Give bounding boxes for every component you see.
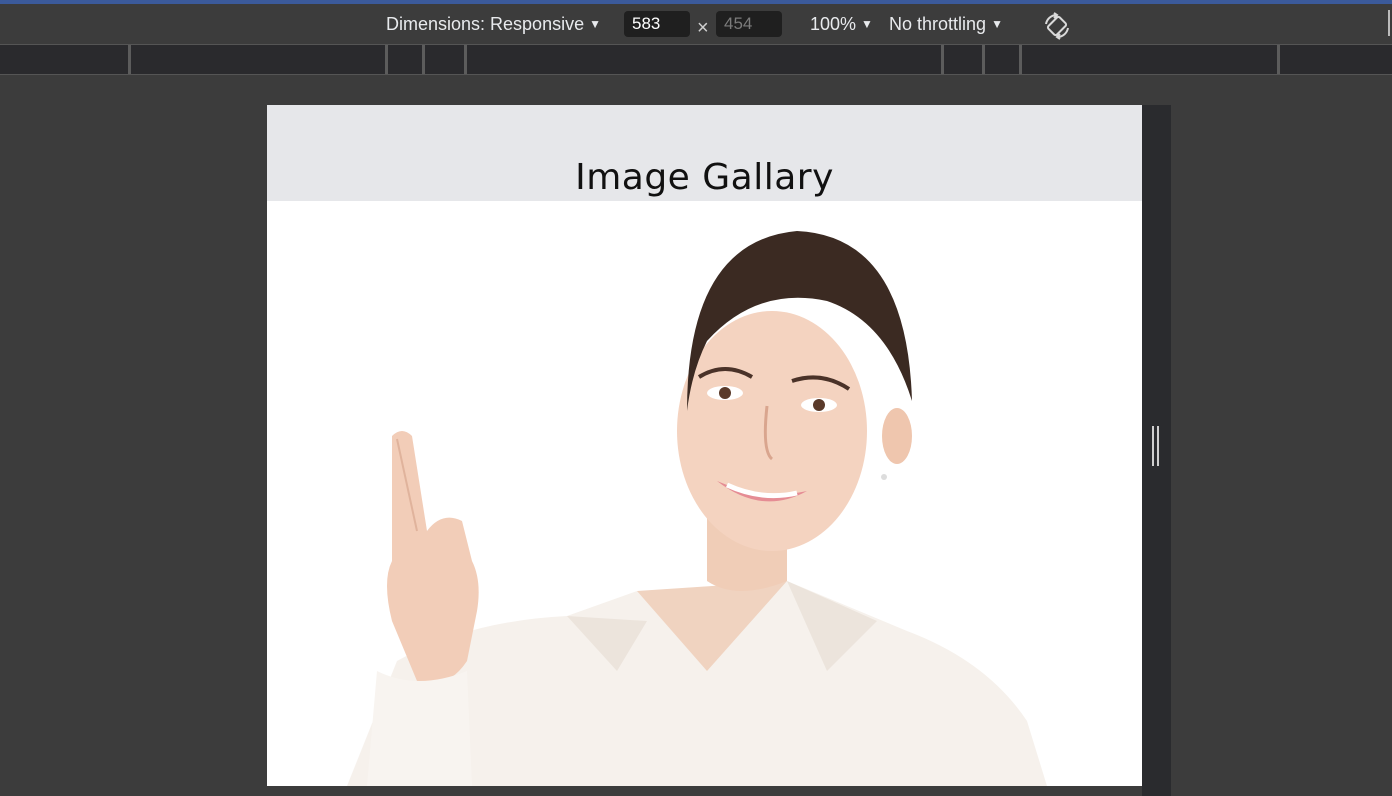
ruler-segment[interactable]: [128, 45, 131, 74]
ruler-segment[interactable]: [464, 45, 467, 74]
ruler-segment[interactable]: [1019, 45, 1022, 74]
zoom-label: 100%: [810, 14, 857, 34]
caret-down-icon: ▼: [861, 17, 873, 31]
dimensions-dropdown[interactable]: Dimensions: Responsive ▼: [386, 4, 601, 44]
rotate-icon[interactable]: [1042, 12, 1072, 40]
page-title: Image Gallary: [575, 157, 834, 198]
media-query-ruler: [0, 45, 1392, 75]
throttling-label: No throttling: [889, 14, 987, 34]
width-input[interactable]: 583: [624, 11, 690, 37]
times-sign: ×: [697, 17, 709, 39]
device-toolbar: Dimensions: Responsive ▼ 583 × 454 100% ▼ …: [0, 4, 1392, 45]
toolbar-edge-divider: [1388, 10, 1390, 36]
gallery-header: Image Gallary: [267, 105, 1142, 201]
ruler-segment[interactable]: [422, 45, 425, 74]
emulated-viewport: Image Gallary: [267, 105, 1142, 786]
ruler-segment[interactable]: [982, 45, 985, 74]
ruler-segment[interactable]: [941, 45, 944, 74]
resize-grip-line: [1157, 426, 1159, 466]
caret-down-icon: ▼: [991, 17, 1003, 31]
zoom-dropdown[interactable]: 100% ▼: [810, 4, 873, 44]
ruler-segment[interactable]: [385, 45, 388, 74]
throttling-dropdown[interactable]: No throttling ▼: [889, 4, 1003, 44]
caret-down-icon: ▼: [589, 17, 601, 31]
gallery-photo[interactable]: [267, 201, 1142, 786]
ruler-segment[interactable]: [1277, 45, 1280, 74]
resize-grip-line: [1152, 426, 1154, 466]
dimensions-label: Dimensions: Responsive: [386, 14, 585, 34]
height-input[interactable]: 454: [716, 11, 782, 37]
